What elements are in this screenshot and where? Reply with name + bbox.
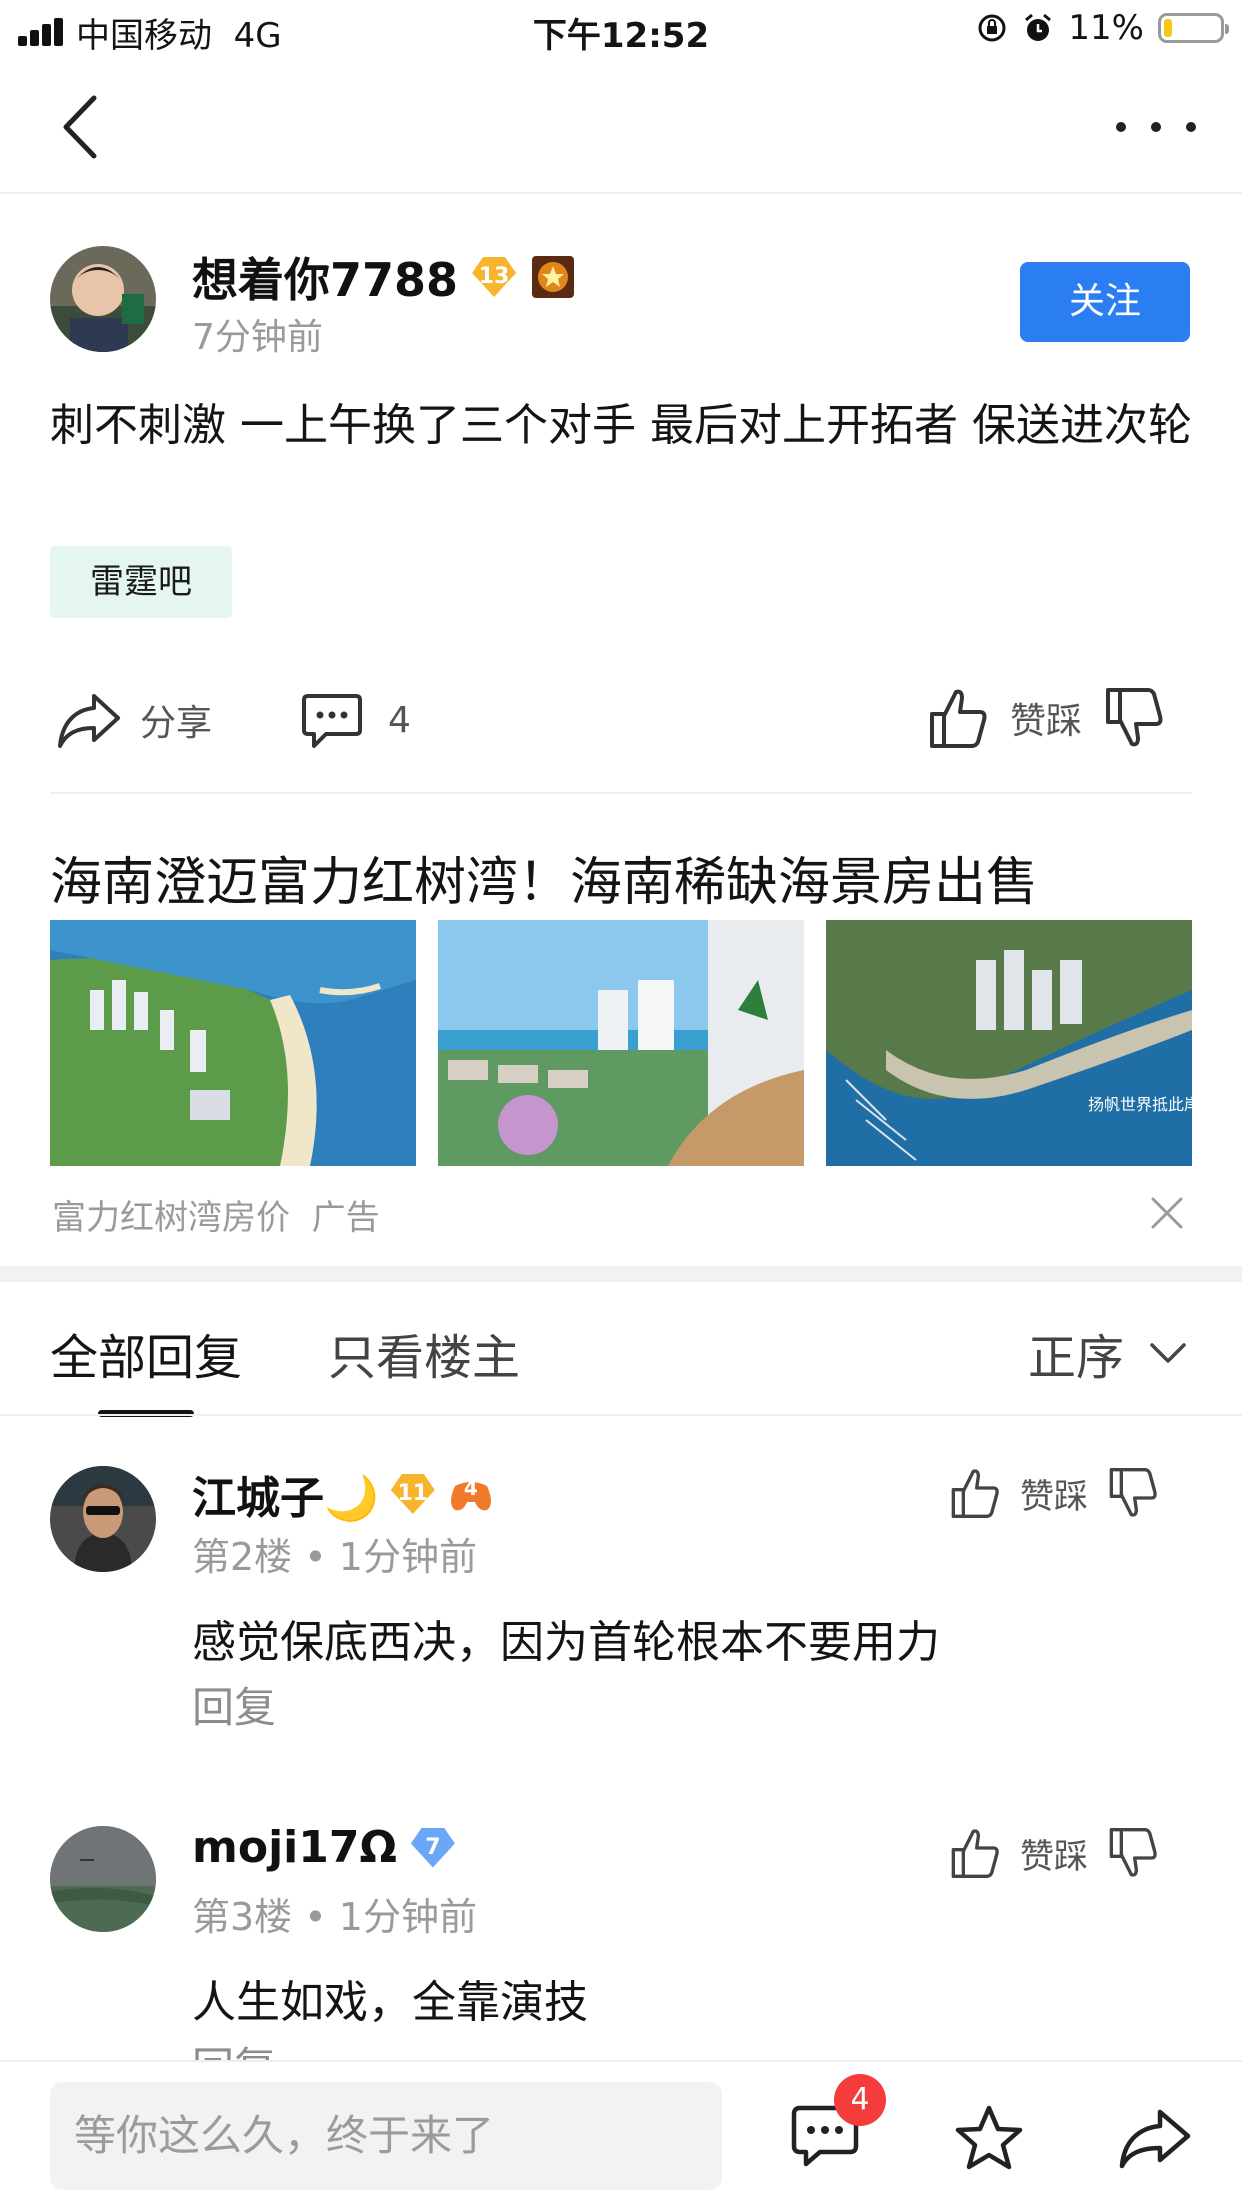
level-badge: 11	[390, 1474, 435, 1514]
ad-label: 广告	[311, 1198, 380, 1238]
message-count-badge: 4	[834, 2074, 886, 2126]
thumbs-up-icon[interactable]	[950, 1826, 1000, 1880]
alarm-icon	[1025, 13, 1052, 41]
status-bar: 中国移动 4G 下午12:52 11%	[0, 0, 1242, 62]
back-icon[interactable]	[52, 92, 112, 162]
reply-button[interactable]: 回复	[192, 1674, 276, 1735]
share-button[interactable]: 分享	[56, 690, 212, 750]
chevron-down-icon	[1150, 1343, 1186, 1363]
vote-label: 赞踩	[1010, 701, 1083, 742]
follow-button[interactable]: 关注	[1020, 262, 1190, 342]
reply-input[interactable]: 等你这么久，终于来了	[50, 2082, 722, 2190]
reply-time: 1分钟前	[338, 1895, 477, 1939]
ad-image-caption: 扬帆世界抵此岸	[1088, 1095, 1192, 1114]
forum-tag[interactable]: 雷霆吧	[50, 546, 232, 618]
ad-source: 富力红树湾房价	[52, 1198, 290, 1238]
thumbs-up-icon[interactable]	[950, 1466, 1000, 1520]
vote-label: 赞踩	[1020, 1836, 1088, 1877]
divider	[50, 792, 1192, 794]
author-avatar[interactable]	[50, 246, 156, 352]
medal-icon	[532, 256, 575, 298]
vote-label: 赞踩	[1020, 1476, 1088, 1517]
reply-avatar[interactable]	[50, 1466, 156, 1572]
thumbs-down-icon[interactable]	[1108, 1826, 1158, 1880]
reply-time: 1分钟前	[338, 1535, 477, 1579]
star-icon[interactable]	[954, 2104, 1024, 2172]
battery-percent: 11%	[1068, 8, 1144, 48]
tab-all-replies[interactable]: 全部回复	[50, 1318, 242, 1388]
tab-op-only[interactable]: 只看楼主	[328, 1318, 520, 1388]
share-icon[interactable]	[1118, 2106, 1192, 2170]
thumbs-up-icon[interactable]	[928, 686, 988, 750]
post-time: 7分钟前	[192, 317, 323, 358]
floor-number: 第2楼	[192, 1535, 293, 1579]
comment-icon	[302, 694, 362, 748]
close-icon[interactable]	[1150, 1196, 1184, 1230]
battery-icon	[1158, 13, 1229, 43]
game-badge-icon: 4	[447, 1474, 495, 1514]
section-separator	[0, 1266, 1242, 1282]
author-name[interactable]: 想着你7788	[192, 244, 458, 310]
comment-count: 4	[388, 699, 411, 741]
floor-number: 第3楼	[192, 1895, 293, 1939]
sort-dropdown[interactable]: 正序	[1028, 1318, 1186, 1388]
ad-image-3[interactable]: 扬帆世界抵此岸	[826, 920, 1192, 1166]
thumbs-down-icon[interactable]	[1108, 1466, 1158, 1520]
level-badge: 13	[472, 257, 517, 297]
reply-text: 人生如戏，全靠演技	[192, 1977, 588, 2028]
ad-image-2[interactable]	[438, 920, 804, 1166]
share-icon	[58, 694, 120, 748]
reply-author-name[interactable]: moji17Ω	[192, 1822, 397, 1873]
more-icon[interactable]	[1116, 110, 1196, 144]
comment-button[interactable]: 4	[300, 690, 411, 750]
post-text: 刺不刺激 一上午换了三个对手 最后对上开拓者 保送进次轮	[50, 400, 1192, 451]
ad-title[interactable]: 海南澄迈富力红树湾！海南稀缺海景房出售	[50, 840, 1038, 915]
thumbs-down-icon[interactable]	[1104, 686, 1164, 750]
reply-author-name[interactable]: 江城子🌙	[192, 1462, 379, 1526]
ad-image-1[interactable]	[50, 920, 416, 1166]
reply-text: 感觉保底西决，因为首轮根本不要用力	[192, 1617, 940, 1668]
level-badge: 7	[410, 1827, 455, 1868]
nav-bar	[0, 62, 1242, 194]
rotation-lock-icon	[978, 14, 1006, 42]
bottom-bar: 等你这么久，终于来了 4	[0, 2060, 1242, 2210]
reply-avatar[interactable]	[50, 1826, 156, 1932]
